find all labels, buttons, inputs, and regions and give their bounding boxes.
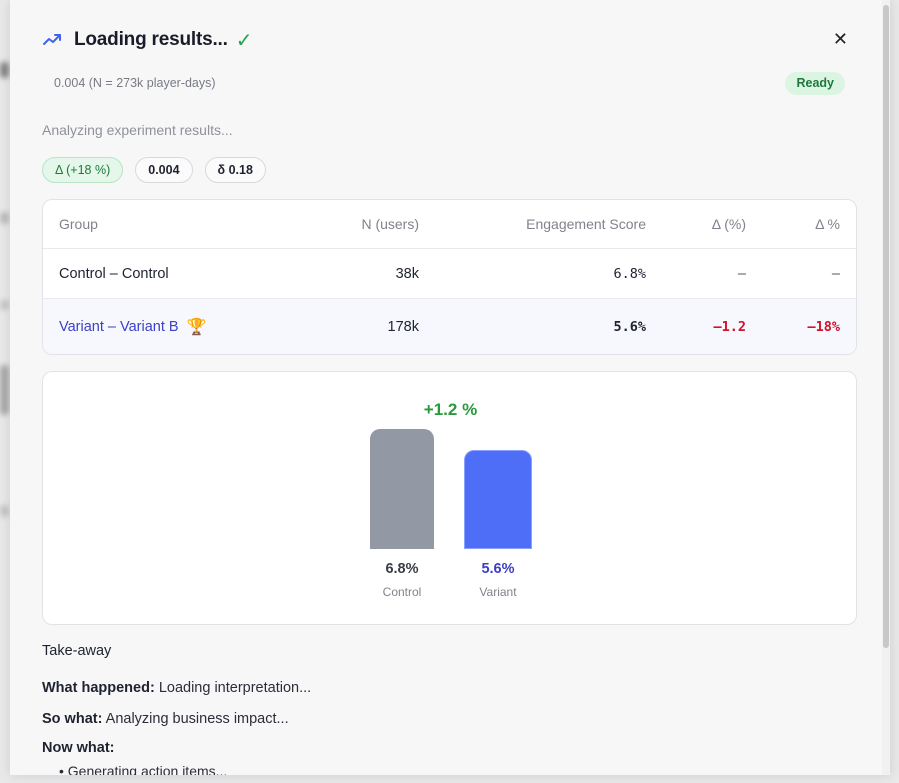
status-badge: Ready [785, 72, 845, 95]
column-header: Group [59, 216, 98, 232]
bar-category-label: Variant [479, 585, 517, 599]
delta-percent: – [831, 265, 840, 282]
table-row: Control – Control 38k 6.8% – – [43, 249, 856, 299]
what-happened-line: What happened: Loading interpretation... [42, 680, 311, 696]
p-value-chip: 0.004 [135, 157, 193, 183]
backdrop-blur [0, 212, 9, 224]
group-name: Control – Control [59, 265, 169, 282]
so-what-text: Analyzing business impact... [105, 711, 289, 727]
bar-variant [464, 450, 532, 549]
table-header: Group N (users) Engagement Score Δ (%) Δ… [43, 200, 856, 249]
so-what-label: So what: [42, 711, 103, 727]
so-what-line: So what: Analyzing business impact... [42, 711, 289, 727]
column-header: Δ % [815, 216, 840, 232]
results-modal: Loading results... ✓ ✕ 0.004 (N = 273k p… [10, 0, 890, 775]
group-cell: Variant – Variant B 🏆 [59, 299, 206, 354]
user-count: 38k [395, 265, 419, 282]
column-header: Δ (%) [711, 216, 746, 232]
engagement-score: 5.6% [613, 318, 646, 335]
check-icon: ✓ [235, 29, 253, 52]
sample-meta: 0.004 (N = 273k player-days) [54, 76, 216, 90]
bar-control [370, 429, 434, 549]
stat-chips: Δ (+18 %) 0.004 δ 0.18 [42, 157, 266, 183]
bar-value-label: 6.8% [385, 561, 419, 577]
comparison-chart: +1.2 % 6.8% Control 5.6% Variant [42, 371, 857, 625]
backdrop-blur [0, 300, 9, 310]
table-row: Variant – Variant B 🏆 178k 5.6% –1.2 –18… [43, 299, 856, 354]
close-icon[interactable]: ✕ [833, 30, 848, 48]
modal-subtitle: Analyzing experiment results... [42, 122, 233, 138]
trend-up-icon [43, 34, 61, 45]
scrollbar-thumb[interactable] [883, 5, 889, 648]
scrollbar[interactable] [882, 0, 890, 775]
column-header: N (users) [361, 216, 419, 232]
backdrop-blur [0, 365, 9, 415]
delta-chip: Δ (+18 %) [42, 157, 124, 183]
what-happened-label: What happened: [42, 680, 155, 696]
what-happened-text: Loading interpretation... [158, 680, 312, 696]
engagement-score: 6.8% [613, 265, 646, 282]
delta-value: –1.2 [713, 318, 746, 335]
effect-size-chip: δ 0.18 [204, 157, 266, 183]
group-name: Variant – Variant B [59, 318, 179, 335]
now-what-line: Now what: [42, 740, 115, 756]
chart-title: +1.2 % [423, 400, 478, 419]
list-item: • Generating action items... [59, 763, 228, 775]
column-header: Engagement Score [526, 216, 646, 232]
user-count: 178k [387, 318, 419, 335]
bar-value-label: 5.6% [481, 561, 515, 577]
backdrop-blur [0, 505, 9, 517]
takeaway-title: Take-away [42, 643, 112, 659]
backdrop-blur [0, 62, 9, 78]
delta-percent: –18% [807, 318, 840, 335]
results-table: Group N (users) Engagement Score Δ (%) Δ… [42, 199, 857, 355]
bar-category-label: Control [382, 585, 422, 599]
delta-value: – [737, 265, 746, 282]
modal-header: Loading results... ✓ [42, 26, 252, 54]
modal-title: Loading results... [74, 29, 228, 50]
trophy-icon: 🏆 [186, 318, 207, 336]
now-what-label: Now what: [42, 740, 115, 756]
